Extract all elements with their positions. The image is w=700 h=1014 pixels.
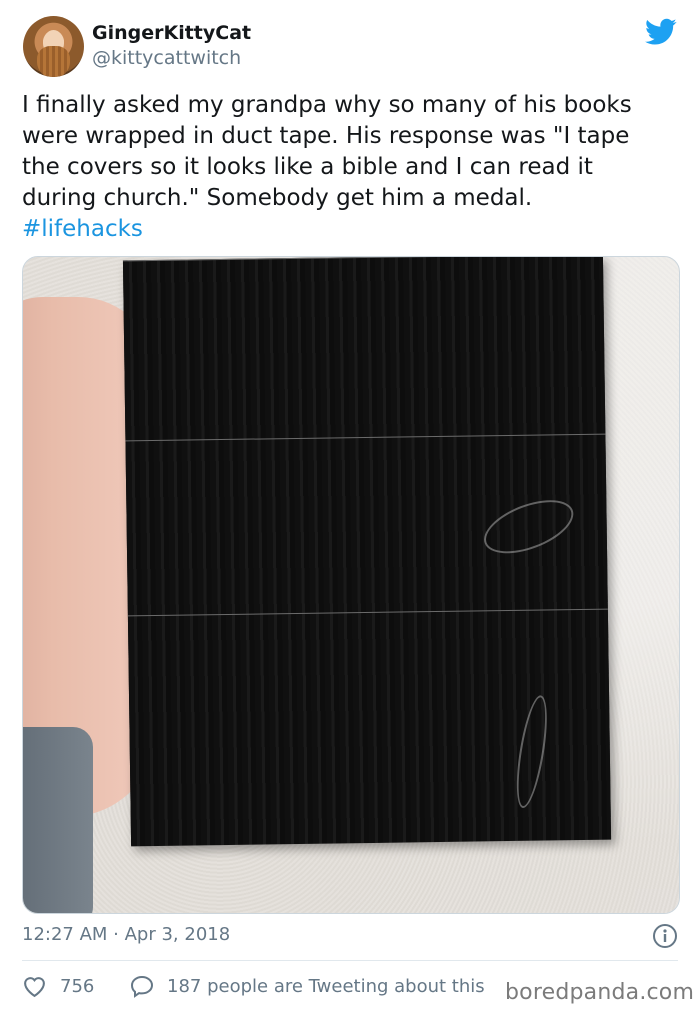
user-handle[interactable]: @kittycattwitch [92,47,241,69]
avatar-beard [37,46,70,77]
tape-strip [122,257,606,442]
tweet-photo[interactable] [22,256,680,914]
tweet-activity-link[interactable]: 187 people are Tweeting about this [167,976,485,997]
watermark: boredpanda.com [505,980,695,1005]
like-count[interactable]: 756 [60,976,94,997]
tweet-timestamp[interactable]: 12:27 AM · Apr 3, 2018 [22,924,230,945]
photo-sleeve [23,727,93,913]
divider [22,960,678,961]
twitter-bird-icon[interactable] [645,18,677,46]
hashtag-link[interactable]: #lifehacks [22,216,143,242]
duct-taped-book [122,257,612,847]
avatar[interactable] [23,16,84,77]
display-name[interactable]: GingerKittyCat [92,22,251,44]
tweet-text: I finally asked my grandpa why so many o… [22,90,682,245]
heart-icon[interactable] [22,975,47,998]
info-icon[interactable] [652,923,678,949]
tweet-card: GingerKittyCat @kittycattwitch I finally… [0,0,700,1014]
tweet-body: I finally asked my grandpa why so many o… [22,92,632,211]
speech-bubble-icon[interactable] [130,975,154,998]
